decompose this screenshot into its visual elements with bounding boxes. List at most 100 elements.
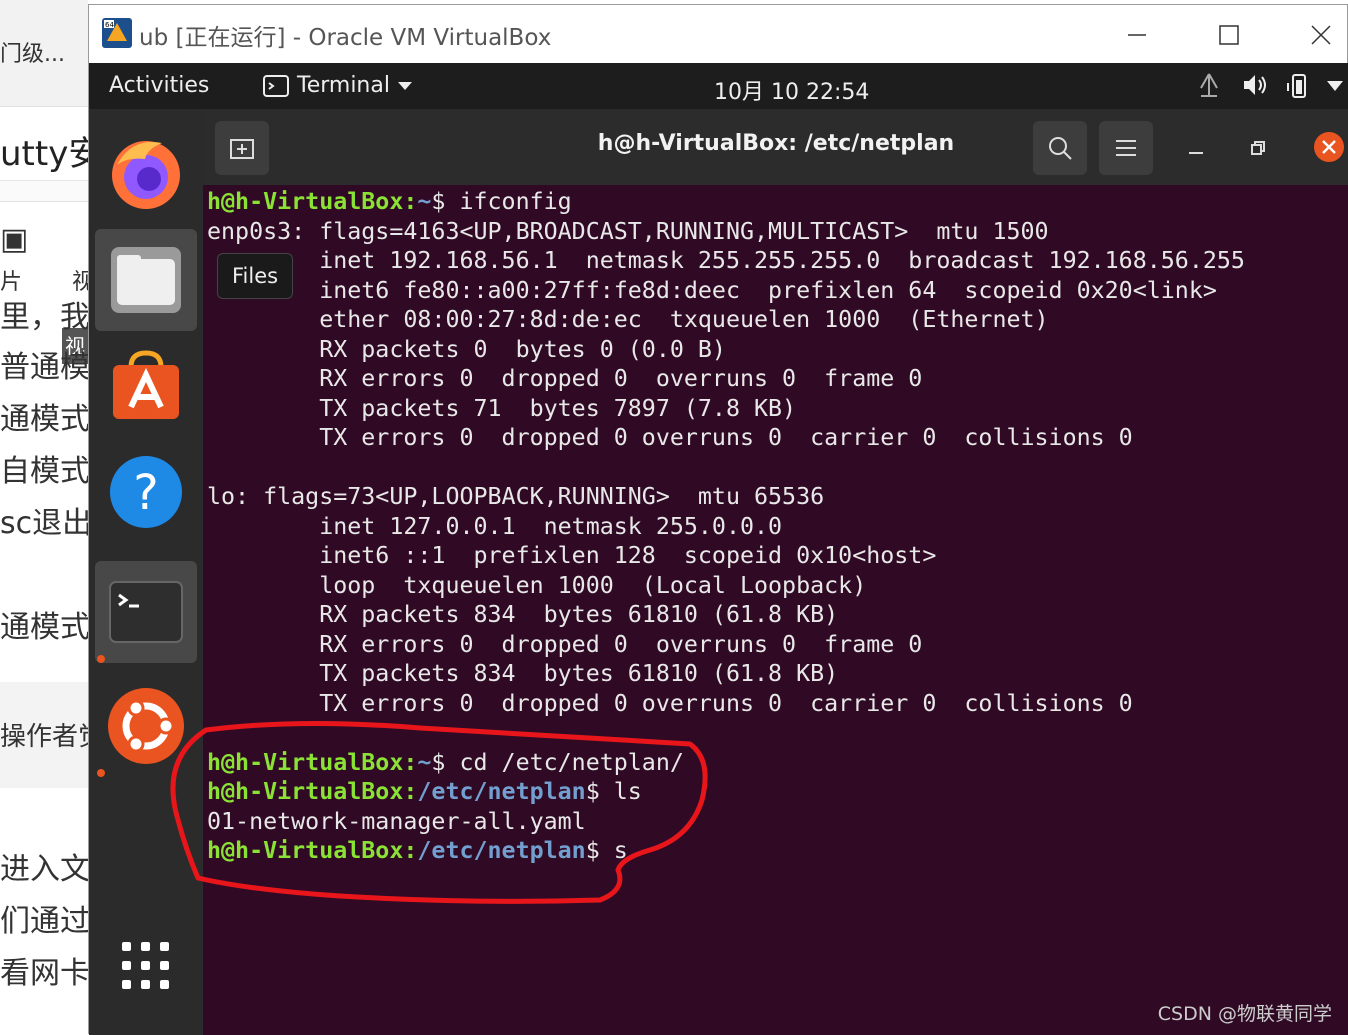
background-article-heading: utty安: [0, 134, 88, 174]
clock[interactable]: 10月 10 22:54: [714, 74, 869, 106]
hamburger-menu-button[interactable]: [1099, 121, 1153, 175]
close-button[interactable]: [1299, 15, 1343, 55]
files-folder-icon: [111, 247, 181, 313]
window-title: ub [正在运行] - Oracle VM VirtualBox: [139, 25, 552, 51]
background-text-line: 操作者觉: [0, 722, 88, 752]
volume-icon[interactable]: [1241, 71, 1269, 99]
show-applications-button[interactable]: [95, 915, 197, 1017]
firefox-icon: [112, 141, 180, 209]
dock-item-ubuntu-software[interactable]: [95, 335, 197, 437]
prompt-command: $ ifconfig: [431, 188, 572, 215]
background-text-line: 看网卡: [0, 956, 88, 991]
prompt-path: /etc/netplan: [417, 837, 586, 864]
terminal-output-line: TX packets 71 bytes 7897 (7.8 KB): [207, 394, 797, 422]
background-toolbar-icon[interactable]: ▣: [0, 222, 28, 257]
terminal-output-line: 01-network-manager-all.yaml: [207, 807, 586, 835]
terminal-output-line: TX errors 0 dropped 0 overruns 0 carrier…: [207, 689, 1133, 717]
background-text-line: 自模式: [0, 454, 88, 489]
ubuntu-guest-screen: Activities Terminal 10月 10 22:54 ? h@h-V…: [89, 63, 1348, 1035]
maximize-icon: [1219, 25, 1239, 45]
running-indicator: [97, 769, 105, 777]
prompt-command: $ s: [585, 837, 628, 864]
ubuntu-dock: ?: [89, 109, 203, 1035]
dock-item-files[interactable]: [95, 229, 197, 331]
gnome-top-bar: Activities Terminal 10月 10 22:54: [89, 63, 1348, 109]
minimize-button[interactable]: [1115, 15, 1159, 55]
software-store-icon: [113, 350, 179, 419]
app-menu-terminal[interactable]: Terminal: [263, 73, 412, 98]
terminal-output-line: inet6 ::1 prefixlen 128 scopeid 0x10<hos…: [207, 542, 937, 569]
terminal-body[interactable]: h@h-VirtualBox:~$ ifconfig enp0s3: flags=…: [203, 185, 1348, 1035]
dock-item-terminal[interactable]: [95, 561, 197, 663]
terminal-output-line: RX errors 0 dropped 0 overruns 0 frame 0: [207, 365, 923, 392]
terminal-headerbar[interactable]: h@h-VirtualBox: /etc/netplan: [203, 109, 1348, 185]
running-indicator: [97, 655, 105, 663]
search-icon: [1049, 137, 1072, 160]
system-menu-chevron-icon[interactable]: [1327, 80, 1343, 92]
background-text-line: 普通模: [0, 350, 88, 385]
terminal-output-line: inet 127.0.0.1 netmask 255.0.0.0: [207, 512, 783, 540]
activities-button[interactable]: Activities: [109, 73, 209, 98]
dock-tooltip: Files: [217, 253, 294, 299]
virtualbox-titlebar[interactable]: 64 ub [正在运行] - Oracle VM VirtualBox: [89, 5, 1347, 63]
virtualbox-window: 64 ub [正在运行] - Oracle VM VirtualBox Acti…: [88, 4, 1348, 1035]
minimize-icon: [1128, 34, 1146, 36]
terminal-prompt-line: h@h-VirtualBox:~$ cd /etc/netplan/: [207, 748, 1245, 778]
terminal-restore-icon[interactable]: [1249, 139, 1267, 157]
app-grid-icon: [122, 942, 169, 989]
background-text-line: 通模式: [0, 402, 88, 437]
terminal-output-line: inet 192.168.56.1 netmask 255.255.255.0 …: [207, 247, 1245, 274]
dock-item-firefox[interactable]: [95, 123, 197, 225]
background-browser-page: 门级... utty安 ▣ 片 视 视 里，我 普通模 通模式 自模式 sc退出…: [0, 0, 88, 1034]
prompt-path: /etc/netplan: [417, 778, 586, 805]
terminal-output-line: TX errors 0 dropped 0 overruns 0 carrier…: [207, 424, 1133, 451]
background-tab-bar: 门级...: [0, 0, 88, 107]
svg-text:?: ?: [133, 465, 158, 521]
watermark: CSDN @物联黄同学: [1157, 1003, 1332, 1025]
prompt-path: ~: [417, 188, 432, 215]
terminal-output-line: lo: flags=73<UP,LOOPBACK,RUNNING> mtu 65…: [207, 483, 825, 510]
network-icon[interactable]: [1195, 71, 1223, 99]
terminal-minimize-icon[interactable]: [1187, 139, 1205, 157]
svg-text:64: 64: [105, 21, 114, 29]
ubuntu-logo-icon: [108, 688, 184, 764]
battery-icon[interactable]: [1285, 71, 1313, 99]
dock-item-ubuntu[interactable]: [95, 675, 197, 777]
terminal-prompt-line: h@h-VirtualBox:~$ ifconfig: [207, 187, 1245, 217]
close-icon: [1311, 25, 1331, 45]
background-text-line: 们通过: [0, 904, 88, 939]
terminal-output-line: TX packets 834 bytes 61810 (61.8 KB): [207, 660, 839, 687]
prompt-command: $ cd /etc/netplan/: [431, 748, 684, 776]
background-text-line: 里，我: [0, 300, 88, 335]
virtualbox-logo-icon: 64: [102, 18, 132, 48]
maximize-button[interactable]: [1207, 15, 1251, 55]
terminal-small-icon: [263, 74, 289, 97]
background-comment-block: 操作者觉: [0, 682, 88, 788]
terminal-output-line: inet6 fe80::a00:27ff:fe8d:deec prefixlen…: [207, 276, 1217, 304]
prompt-command: $ ls: [585, 778, 642, 805]
prompt-user-host: h@h-VirtualBox:: [207, 837, 418, 864]
search-button[interactable]: [1033, 121, 1087, 175]
dock-item-help[interactable]: ?: [95, 441, 197, 543]
terminal-output-line: loop txqueuelen 1000 (Local Loopback): [207, 571, 867, 599]
background-text-line: sc退出: [0, 506, 88, 541]
prompt-user-host: h@h-VirtualBox:: [207, 748, 418, 776]
prompt-user-host: h@h-VirtualBox:: [207, 778, 418, 805]
chevron-down-icon: [397, 81, 412, 90]
terminal-output-line: enp0s3: flags=4163<UP,BROADCAST,RUNNING,…: [207, 217, 1049, 245]
background-tab-text[interactable]: 门级...: [0, 36, 65, 68]
help-icon: ?: [110, 456, 182, 528]
terminal-output[interactable]: h@h-VirtualBox:~$ ifconfig enp0s3: flags=…: [207, 187, 1245, 866]
terminal-close-icon[interactable]: [1313, 131, 1345, 163]
hamburger-menu-icon: [1116, 140, 1136, 156]
prompt-path: ~: [417, 748, 432, 776]
terminal-title: h@h-VirtualBox: /etc/netplan: [597, 131, 955, 156]
terminal-output-line: RX errors 0 dropped 0 overruns 0 frame 0: [207, 630, 923, 658]
app-menu-label: Terminal: [297, 73, 390, 98]
terminal-prompt-line: h@h-VirtualBox:/etc/netplan$ ls: [207, 777, 1245, 807]
background-text-line: 通模式: [0, 610, 88, 645]
terminal-prompt-line: h@h-VirtualBox:/etc/netplan$ s: [207, 836, 1245, 866]
terminal-output-line: RX packets 0 bytes 0 (0.0 B): [207, 335, 726, 363]
